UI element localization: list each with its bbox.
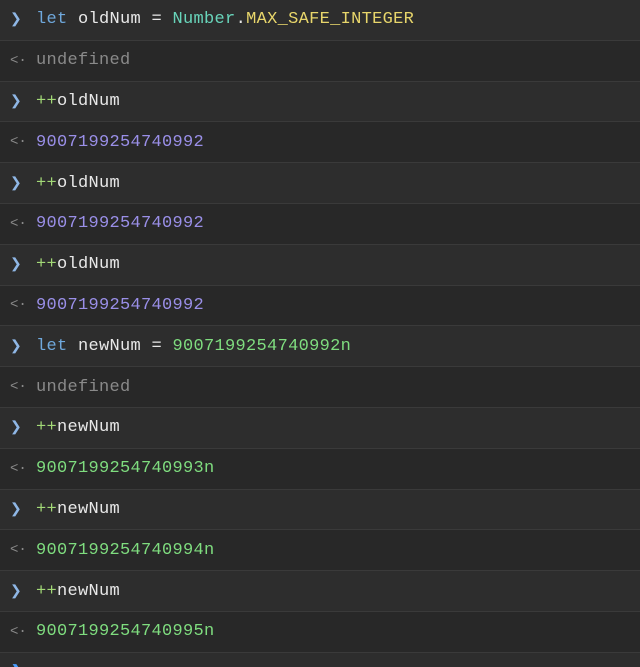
token: MAX_SAFE_INTEGER xyxy=(246,10,414,29)
output-caret-icon: <· xyxy=(10,461,36,477)
output-caret-icon: <· xyxy=(10,624,36,640)
token: newNum xyxy=(57,418,120,437)
token: Number xyxy=(173,10,236,29)
token: 9007199254740992 xyxy=(36,296,204,315)
token: 9007199254740992 xyxy=(36,214,204,233)
token: oldNum xyxy=(78,10,152,29)
console-output-text: 9007199254740992 xyxy=(36,133,640,152)
output-caret-icon: <· xyxy=(10,216,36,232)
console-input-row: ❯let newNum = 9007199254740992n xyxy=(0,326,640,367)
console-prompt-row[interactable]: ❯ xyxy=(0,653,640,667)
input-caret-icon: ❯ xyxy=(10,175,36,192)
token: 9007199254740995n xyxy=(36,622,215,641)
console-input-row: ❯let oldNum = Number.MAX_SAFE_INTEGER xyxy=(0,0,640,41)
console-input-row: ❯++oldNum xyxy=(0,245,640,286)
input-caret-icon: ❯ xyxy=(10,338,36,355)
console-output-text: 9007199254740995n xyxy=(36,622,640,641)
token: oldNum xyxy=(57,255,120,274)
console-input-row: ❯++newNum xyxy=(0,490,640,531)
output-caret-icon: <· xyxy=(10,379,36,395)
console-output-row: <·9007199254740994n xyxy=(0,530,640,571)
console-output-text: 9007199254740993n xyxy=(36,459,640,478)
console-output-row: <·9007199254740993n xyxy=(0,449,640,490)
token: ++ xyxy=(36,174,57,193)
console-output-row: <·9007199254740992 xyxy=(0,122,640,163)
token: 9007199254740992 xyxy=(36,133,204,152)
console-input-text: ++oldNum xyxy=(36,92,640,111)
console-input-row: ❯++oldNum xyxy=(0,82,640,123)
input-caret-icon: ❯ xyxy=(10,256,36,273)
console-input-text: let newNum = 9007199254740992n xyxy=(36,337,640,356)
token: 9007199254740992n xyxy=(173,337,352,356)
console-output-text: 9007199254740992 xyxy=(36,214,640,233)
console-output-row: <·9007199254740995n xyxy=(0,612,640,653)
console-output-row: <·undefined xyxy=(0,367,640,408)
token: 9007199254740994n xyxy=(36,541,215,560)
output-caret-icon: <· xyxy=(10,297,36,313)
token: newNum xyxy=(57,500,120,519)
console-input-text: let oldNum = Number.MAX_SAFE_INTEGER xyxy=(36,10,640,29)
token: undefined xyxy=(36,51,131,70)
output-caret-icon: <· xyxy=(10,134,36,150)
input-caret-icon: ❯ xyxy=(10,93,36,110)
token: undefined xyxy=(36,378,131,397)
input-caret-icon: ❯ xyxy=(10,11,36,28)
console-input-text: ++oldNum xyxy=(36,255,640,274)
console-input-text: ++oldNum xyxy=(36,174,640,193)
input-caret-icon: ❯ xyxy=(10,501,36,518)
console-output-text: undefined xyxy=(36,378,640,397)
console-output-row: <·undefined xyxy=(0,41,640,82)
console-output-text: 9007199254740994n xyxy=(36,541,640,560)
console-output-row: <·9007199254740992 xyxy=(0,204,640,245)
token: ++ xyxy=(36,92,57,111)
token: let xyxy=(36,337,78,356)
output-caret-icon: <· xyxy=(10,542,36,558)
token: ++ xyxy=(36,500,57,519)
console-input-row: ❯++newNum xyxy=(0,408,640,449)
token: let xyxy=(36,10,78,29)
input-caret-icon: ❯ xyxy=(10,583,36,600)
token: oldNum xyxy=(57,92,120,111)
token: ++ xyxy=(36,255,57,274)
token: newNum xyxy=(78,337,152,356)
token: newNum xyxy=(57,582,120,601)
token: ++ xyxy=(36,582,57,601)
token: = xyxy=(152,10,173,29)
token: 9007199254740993n xyxy=(36,459,215,478)
console-output-text: 9007199254740992 xyxy=(36,296,640,315)
token: oldNum xyxy=(57,174,120,193)
console-input-text: ++newNum xyxy=(36,418,640,437)
console-output-text: undefined xyxy=(36,51,640,70)
console-input-text: ++newNum xyxy=(36,500,640,519)
token: . xyxy=(236,10,247,29)
console-input-row: ❯++oldNum xyxy=(0,163,640,204)
token: = xyxy=(152,337,173,356)
console-input-text: ++newNum xyxy=(36,582,640,601)
console-input-row: ❯++newNum xyxy=(0,571,640,612)
input-caret-icon: ❯ xyxy=(10,419,36,436)
console-output-row: <·9007199254740992 xyxy=(0,286,640,327)
devtools-console: ❯let oldNum = Number.MAX_SAFE_INTEGER<·u… xyxy=(0,0,640,667)
prompt-caret-icon: ❯ xyxy=(10,662,36,667)
output-caret-icon: <· xyxy=(10,53,36,69)
token: ++ xyxy=(36,418,57,437)
